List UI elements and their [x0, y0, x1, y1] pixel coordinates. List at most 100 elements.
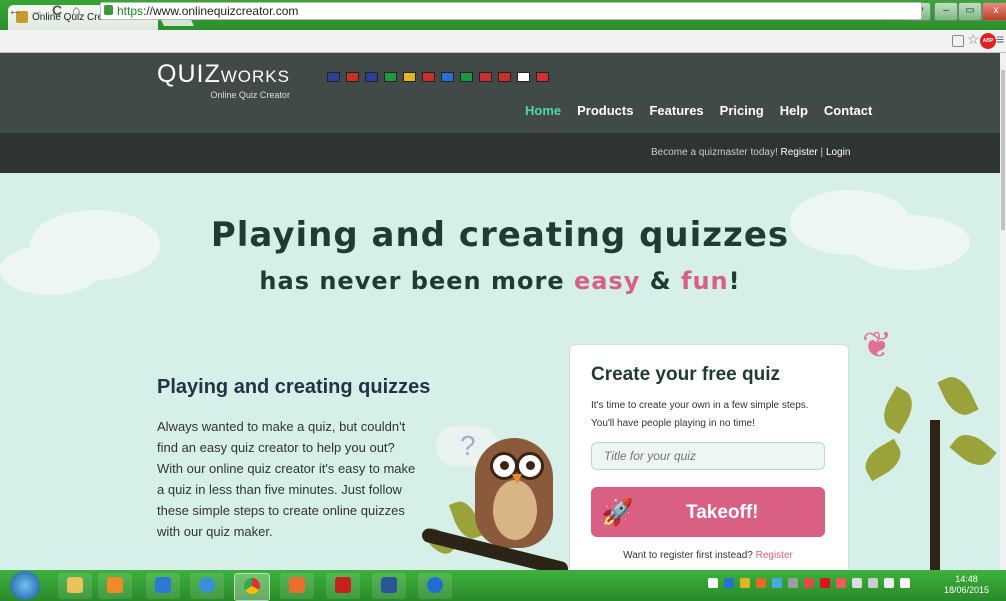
close-window-button[interactable]: x: [982, 2, 1006, 21]
flag-dutch-icon[interactable]: [346, 72, 359, 82]
rocket-icon: 🚀: [601, 497, 634, 527]
network-icon[interactable]: [868, 578, 878, 588]
tree-illustration: [930, 420, 940, 575]
adblock-icon[interactable]: ABP: [980, 33, 996, 49]
owl-beak: [512, 474, 522, 484]
card-register-link[interactable]: Register: [756, 550, 793, 561]
register-line: Want to register first instead? Register: [591, 550, 825, 561]
main-nav: Home Products Features Pricing Help Cont…: [525, 103, 872, 118]
flag-english-icon[interactable]: [327, 72, 340, 82]
url-scheme: https: [117, 4, 144, 18]
logo-small: WORKS: [220, 67, 290, 86]
translate-icon[interactable]: [952, 35, 964, 47]
tray-icon[interactable]: [820, 578, 830, 588]
register-prompt: Want to register first instead?: [623, 550, 753, 561]
back-icon[interactable]: ←: [8, 2, 22, 18]
tray-icon[interactable]: [708, 578, 718, 588]
takeoff-label: Takeoff!: [686, 502, 759, 523]
register-link[interactable]: Register: [781, 147, 818, 158]
media-player-icon[interactable]: [98, 573, 132, 599]
acrobat-icon[interactable]: [326, 573, 360, 599]
display-icon[interactable]: [884, 578, 894, 588]
flag-french-icon[interactable]: [365, 72, 378, 82]
volume-icon[interactable]: [900, 578, 910, 588]
site-logo[interactable]: QUIZWORKS Online Quiz Creator: [157, 60, 290, 101]
flag-japanese-icon[interactable]: [517, 72, 530, 82]
menu-icon[interactable]: ≡: [996, 31, 1004, 47]
scrollbar-thumb[interactable]: [1001, 70, 1005, 230]
card-description: It's time to create your own in a few si…: [591, 400, 809, 429]
leaf-icon: [876, 386, 920, 434]
hero-sub-amp: &: [649, 267, 672, 295]
flag-norwegian-icon[interactable]: [498, 72, 511, 82]
tray-icon[interactable]: [772, 578, 782, 588]
clock-time: 14:48: [955, 574, 978, 584]
address-bar[interactable]: https://www.onlinequizcreator.com: [100, 2, 922, 20]
minimize-button[interactable]: –: [934, 2, 958, 21]
tray-icon[interactable]: [788, 578, 798, 588]
system-tray: [708, 578, 910, 588]
leaf-icon: [949, 427, 997, 473]
hero-sub-fun: fun: [681, 267, 729, 295]
butterfly-icon: ❦: [862, 324, 893, 365]
forward-icon[interactable]: →: [30, 2, 44, 18]
flag-german-icon[interactable]: [403, 72, 416, 82]
start-button[interactable]: [10, 571, 40, 600]
outlook-icon[interactable]: [280, 573, 314, 599]
maximize-button[interactable]: ▭: [958, 2, 982, 21]
bookmark-star-icon[interactable]: ☆: [967, 31, 980, 48]
tray-icon[interactable]: [724, 578, 734, 588]
leaf-icon: [859, 438, 907, 482]
teamviewer-icon[interactable]: [418, 573, 452, 599]
flag-finnish-icon[interactable]: [441, 72, 454, 82]
quiz-title-input[interactable]: [591, 442, 825, 470]
language-flags: [327, 72, 549, 82]
file-explorer-icon[interactable]: [58, 573, 92, 599]
hero-sub-easy: easy: [573, 267, 641, 295]
flag-spanish-icon[interactable]: [422, 72, 435, 82]
reload-icon[interactable]: C: [52, 2, 62, 18]
intro-heading: Playing and creating quizzes: [157, 376, 431, 398]
tray-icon[interactable]: [804, 578, 814, 588]
hero-subtitle: has never been more easy & fun!: [0, 267, 1000, 295]
flag-chinese-icon[interactable]: [536, 72, 549, 82]
chrome-taskbar-icon[interactable]: [234, 573, 270, 601]
site-header: [0, 53, 1000, 133]
flag-tray-icon[interactable]: [852, 578, 862, 588]
taskbar-clock[interactable]: 14:48 18/06/2015: [944, 574, 989, 596]
flag-portuguese-icon[interactable]: [460, 72, 473, 82]
hero-title: Playing and creating quizzes: [210, 215, 790, 255]
word-icon[interactable]: [372, 573, 406, 599]
nav-products[interactable]: Products: [577, 103, 633, 118]
disc-utility-icon[interactable]: [190, 573, 224, 599]
dropbox-icon[interactable]: [146, 573, 180, 599]
nav-pricing[interactable]: Pricing: [720, 103, 764, 118]
auth-separator: |: [820, 147, 824, 158]
owl-pupil: [526, 461, 535, 470]
login-link[interactable]: Login: [826, 147, 850, 158]
hero-sub-end: !: [728, 267, 741, 295]
tray-icon[interactable]: [836, 578, 846, 588]
nav-contact[interactable]: Contact: [824, 103, 872, 118]
flag-danish-icon[interactable]: [479, 72, 492, 82]
intro-text: Always wanted to make a quiz, but couldn…: [157, 419, 416, 539]
flag-italian-icon[interactable]: [384, 72, 397, 82]
home-icon[interactable]: ⌂: [72, 2, 80, 18]
nav-help[interactable]: Help: [780, 103, 808, 118]
nav-home[interactable]: Home: [525, 103, 561, 118]
lock-icon: [104, 5, 113, 15]
takeoff-button[interactable]: 🚀 Takeoff!: [591, 487, 825, 537]
logo-tagline: Online Quiz Creator: [210, 90, 290, 100]
leaf-icon: [937, 371, 979, 421]
owl-pupil: [500, 461, 509, 470]
url-host: ://www.onlinequizcreator.com: [143, 4, 299, 18]
card-title: Create your free quiz: [591, 364, 780, 385]
clock-date: 18/06/2015: [944, 585, 990, 595]
logo-main: QUIZ: [157, 60, 221, 88]
nav-features[interactable]: Features: [649, 103, 703, 118]
tray-icon[interactable]: [740, 578, 750, 588]
tray-icon[interactable]: [756, 578, 766, 588]
hero-sub-prefix: has never been more: [259, 267, 565, 295]
owl-belly: [493, 480, 537, 540]
auth-links: Become a quizmaster today! Register | Lo…: [651, 147, 850, 158]
